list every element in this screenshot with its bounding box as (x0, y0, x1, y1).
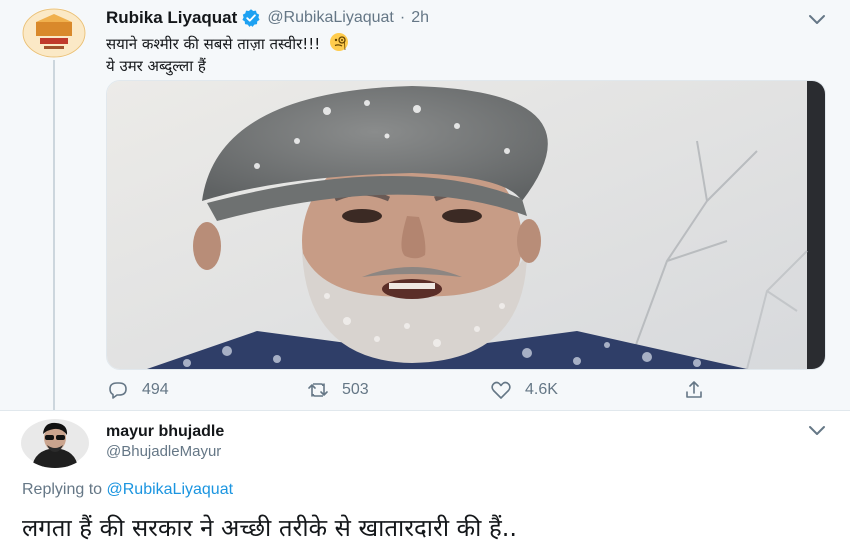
face-with-monocle-emoji-icon (329, 32, 349, 57)
man-in-snow-photo (107, 81, 825, 369)
share-icon (686, 381, 702, 398)
share-action[interactable] (682, 378, 718, 402)
reply-text: लगता हैं की सरकार ने अच्छी तरीके से खाता… (22, 514, 517, 542)
tweet-divider (0, 410, 850, 411)
like-action[interactable]: 4.6K (489, 378, 558, 402)
retweet-icon (308, 383, 328, 397)
tweet-text-line-2: ये उमर अब्दुल्ला हैं (106, 57, 206, 75)
chevron-down-icon[interactable] (808, 14, 826, 26)
heart-icon (491, 381, 511, 399)
reply-author-handle[interactable]: @BhujadleMayur (106, 443, 221, 460)
replying-to-mention[interactable]: @RubikaLiyaquat (107, 481, 234, 498)
like-count: 4.6K (525, 381, 558, 398)
replying-to-line: Replying to @RubikaLiyaquat (22, 481, 233, 499)
avatar[interactable] (22, 8, 86, 58)
reply-action[interactable]: 494 (106, 378, 169, 402)
replying-to-label: Replying to (22, 481, 103, 498)
avatar[interactable] (20, 418, 90, 468)
tweet-photo[interactable] (106, 80, 826, 370)
verified-badge-icon (241, 8, 261, 28)
tweet-text-line-1: सयाने कश्मीर की सबसे ताज़ा तस्वीर!!! (106, 35, 321, 53)
retweet-count: 503 (342, 381, 369, 398)
reply-icon (109, 382, 127, 399)
reply-author-name[interactable]: mayur bhujadle (106, 423, 224, 441)
tweet-actions: 494 503 4.6K (106, 378, 726, 402)
original-tweet[interactable]: Rubika Liyaquat @RubikaLiyaquat · 2h सया… (0, 0, 850, 410)
news-channel-logo-icon (22, 8, 86, 58)
tweet-text: सयाने कश्मीर की सबसे ताज़ा तस्वीर!!! ये … (106, 32, 349, 76)
separator-dot: · (399, 9, 406, 26)
timestamp[interactable]: 2h (411, 9, 429, 27)
reply-count: 494 (142, 381, 169, 398)
user-photo-avatar (21, 419, 89, 468)
author-name[interactable]: Rubika Liyaquat (106, 8, 237, 28)
retweet-action[interactable]: 503 (306, 378, 369, 402)
author-handle[interactable]: @RubikaLiyaquat (267, 9, 394, 27)
thread-connector-line (53, 60, 55, 410)
tweet-header: Rubika Liyaquat @RubikaLiyaquat · 2h (106, 6, 429, 30)
chevron-down-icon[interactable] (808, 425, 826, 437)
